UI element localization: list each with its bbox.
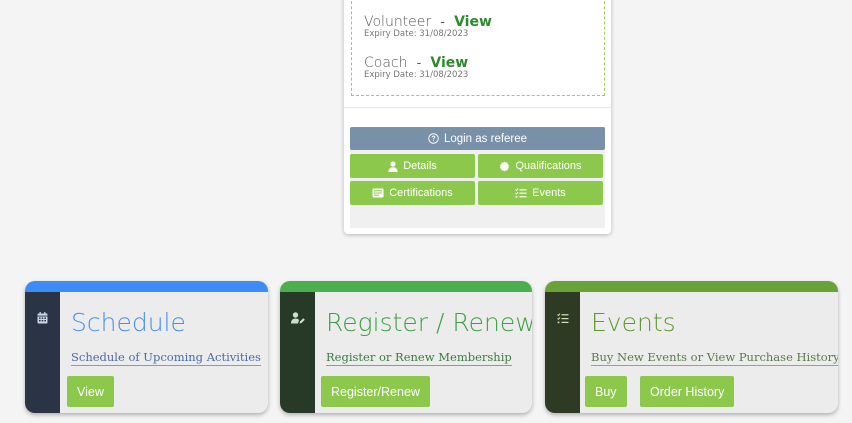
certifications-label: Certifications	[389, 187, 453, 199]
tile-accent-bar	[280, 281, 532, 292]
calendar-icon	[37, 309, 48, 413]
role-expiry-date: Expiry Date: 31/08/2023	[364, 70, 469, 80]
card-divider	[344, 107, 611, 108]
tile-accent-bar	[545, 281, 838, 292]
tile-title: Events	[591, 308, 676, 337]
profile-actions: Login as referee Details Qualifications …	[350, 127, 605, 228]
tile-title: Register / Renew	[326, 308, 532, 337]
tile-accent-bar	[25, 281, 268, 292]
tile-title: Schedule	[71, 308, 186, 337]
certifications-button[interactable]: Certifications	[350, 181, 475, 205]
tile-body: Register / Renew Register or Renew Membe…	[315, 292, 532, 413]
events-label: Events	[532, 187, 566, 199]
checklist-icon	[556, 309, 569, 413]
role-item-volunteer: Volunteer - View Expiry Date: 31/08/2023	[364, 11, 492, 39]
role-expiry-date: Expiry Date: 31/08/2023	[364, 29, 469, 39]
certificate-icon	[372, 188, 384, 198]
badge-icon	[499, 160, 510, 172]
tile-subtitle-link[interactable]: Register or Renew Membership	[326, 350, 512, 366]
role-view-link[interactable]: View	[430, 55, 468, 71]
details-label: Details	[403, 160, 437, 172]
question-circle-icon	[428, 133, 439, 144]
tile-subtitle-link[interactable]: Buy New Events or View Purchase History	[591, 350, 838, 366]
view-button[interactable]: View	[67, 376, 114, 407]
qualifications-button[interactable]: Qualifications	[478, 154, 603, 178]
role-item-coach: Coach - View Expiry Date: 31/08/2023	[364, 52, 468, 80]
schedule-tile: Schedule Schedule of Upcoming Activities…	[25, 281, 268, 413]
tile-body: Schedule Schedule of Upcoming Activities…	[60, 292, 268, 413]
roles-list: Volunteer - View Expiry Date: 31/08/2023…	[351, 0, 605, 96]
role-name: Coach	[364, 55, 408, 71]
user-icon	[388, 160, 398, 172]
role-separator: -	[416, 56, 422, 71]
register-renew-tile: Register / Renew Register or Renew Membe…	[280, 281, 532, 413]
tile-sidebar	[280, 292, 315, 413]
login-as-referee-label: Login as referee	[443, 132, 528, 145]
profile-card: Volunteer - View Expiry Date: 31/08/2023…	[344, 0, 611, 234]
buy-button[interactable]: Buy	[585, 376, 627, 407]
tile-sidebar	[545, 292, 580, 413]
tile-body: Events Buy New Events or View Purchase H…	[580, 292, 838, 413]
events-tile: Events Buy New Events or View Purchase H…	[545, 281, 838, 413]
qualifications-label: Qualifications	[515, 160, 582, 172]
register-renew-button[interactable]: Register/Renew	[321, 376, 430, 407]
role-name: Volunteer	[364, 14, 432, 30]
role-view-link[interactable]: View	[454, 14, 492, 30]
user-edit-icon	[290, 309, 305, 413]
events-button[interactable]: Events	[478, 181, 603, 205]
checklist-icon	[515, 188, 527, 198]
login-as-referee-button[interactable]: Login as referee	[350, 127, 605, 150]
tile-sidebar	[25, 292, 60, 413]
details-button[interactable]: Details	[350, 154, 475, 178]
tile-subtitle-link[interactable]: Schedule of Upcoming Activities	[71, 350, 261, 366]
role-separator: -	[440, 15, 445, 30]
order-history-button[interactable]: Order History	[640, 376, 735, 407]
